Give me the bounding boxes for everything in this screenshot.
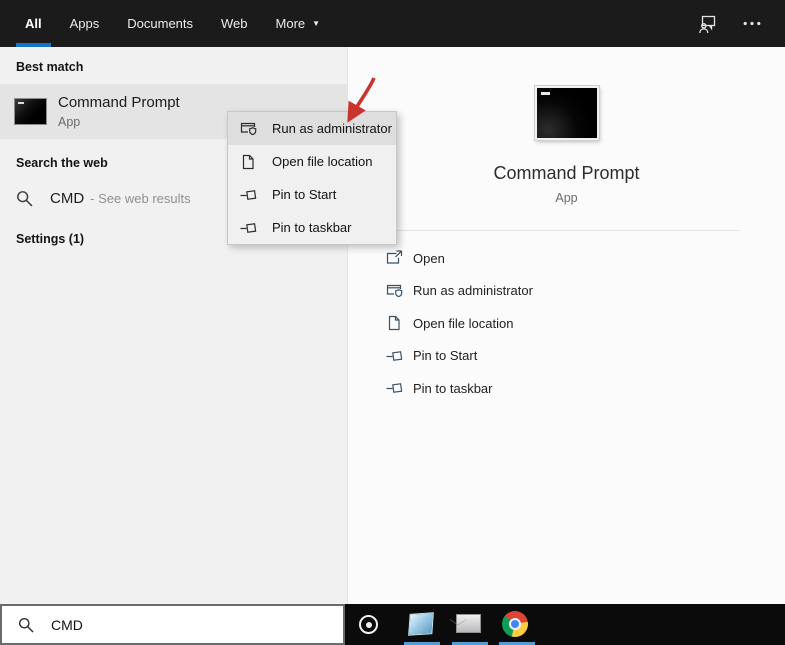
preview-divider bbox=[393, 230, 740, 231]
preview-panel: Command Prompt App Open Run as administr… bbox=[347, 47, 785, 604]
menu-item-pin-to-start-label: Pin to Start bbox=[272, 187, 337, 202]
action-open-label: Open bbox=[413, 250, 445, 266]
chrome-icon[interactable] bbox=[502, 611, 529, 637]
action-open-file-location[interactable]: Open file location bbox=[348, 307, 785, 340]
command-prompt-icon bbox=[14, 98, 47, 125]
menu-item-pin-to-taskbar[interactable]: Pin to taskbar bbox=[228, 211, 396, 244]
menu-item-open-file-location-label: Open file location bbox=[272, 154, 373, 169]
taskbar-search-box[interactable]: CMD bbox=[0, 604, 345, 645]
windows-search-screen: { "topbar": { "tabs": [ { "label": "All"… bbox=[0, 0, 785, 645]
tab-apps-label: Apps bbox=[69, 16, 100, 31]
pin-icon bbox=[240, 219, 258, 236]
best-match-subtitle: App bbox=[58, 115, 81, 129]
tab-web-label: Web bbox=[221, 16, 248, 31]
tab-documents[interactable]: Documents bbox=[127, 0, 193, 47]
ellipsis-icon[interactable] bbox=[743, 21, 761, 26]
open-icon bbox=[386, 250, 404, 267]
search-filter-tabs: All Apps Documents Web More ▼ bbox=[0, 0, 320, 47]
context-menu: Run as administrator Open file location … bbox=[227, 111, 397, 245]
web-query-text: CMD bbox=[50, 189, 85, 207]
command-prompt-icon-large bbox=[533, 85, 600, 141]
action-pin-to-start[interactable]: Pin to Start bbox=[348, 340, 785, 373]
action-pin-to-start-label: Pin to Start bbox=[413, 348, 478, 364]
search-icon bbox=[16, 190, 33, 207]
web-query-suffix: - See web results bbox=[90, 190, 191, 206]
mail-icon[interactable] bbox=[455, 611, 482, 637]
taskbar bbox=[345, 604, 785, 645]
preview-actions: Open Run as administrator Open file loca… bbox=[348, 242, 785, 405]
pin-icon bbox=[240, 186, 258, 203]
preview-app-title: Command Prompt bbox=[493, 163, 640, 183]
file-explorer-icon[interactable] bbox=[407, 611, 434, 637]
menu-item-run-as-administrator[interactable]: Run as administrator bbox=[228, 112, 396, 145]
tab-all[interactable]: All bbox=[16, 0, 51, 47]
chevron-down-icon: ▼ bbox=[312, 19, 321, 28]
menu-item-run-as-administrator-label: Run as administrator bbox=[272, 121, 392, 136]
action-pin-to-taskbar[interactable]: Pin to taskbar bbox=[348, 372, 785, 405]
tab-apps[interactable]: Apps bbox=[70, 0, 100, 47]
action-open[interactable]: Open bbox=[348, 242, 785, 275]
open-file-location-icon bbox=[240, 153, 258, 170]
open-file-location-icon bbox=[386, 315, 404, 332]
tab-all-label: All bbox=[25, 16, 42, 31]
feedback-icon[interactable] bbox=[697, 14, 717, 34]
menu-item-open-file-location[interactable]: Open file location bbox=[228, 145, 396, 178]
tab-more[interactable]: More ▼ bbox=[276, 0, 321, 47]
cortana-icon[interactable] bbox=[359, 615, 378, 634]
pin-icon bbox=[386, 347, 404, 364]
action-pin-to-taskbar-label: Pin to taskbar bbox=[413, 380, 493, 396]
pin-icon bbox=[386, 380, 404, 397]
preview-app-subtitle: App bbox=[555, 191, 578, 205]
tab-more-label: More bbox=[275, 16, 306, 31]
search-input-value: CMD bbox=[51, 616, 83, 633]
tab-web[interactable]: Web bbox=[221, 0, 248, 47]
search-icon bbox=[18, 617, 34, 633]
search-topbar: All Apps Documents Web More ▼ bbox=[0, 0, 785, 47]
best-match-header: Best match bbox=[16, 60, 84, 74]
run-as-admin-icon bbox=[386, 282, 404, 299]
run-as-admin-icon bbox=[240, 120, 258, 137]
tab-documents-label: Documents bbox=[127, 16, 194, 31]
action-open-file-location-label: Open file location bbox=[413, 315, 514, 331]
action-run-as-administrator-label: Run as administrator bbox=[413, 283, 533, 299]
menu-item-pin-to-taskbar-label: Pin to taskbar bbox=[272, 220, 352, 235]
action-run-as-administrator[interactable]: Run as administrator bbox=[348, 275, 785, 308]
menu-item-pin-to-start[interactable]: Pin to Start bbox=[228, 178, 396, 211]
best-match-title: Command Prompt bbox=[58, 94, 180, 111]
